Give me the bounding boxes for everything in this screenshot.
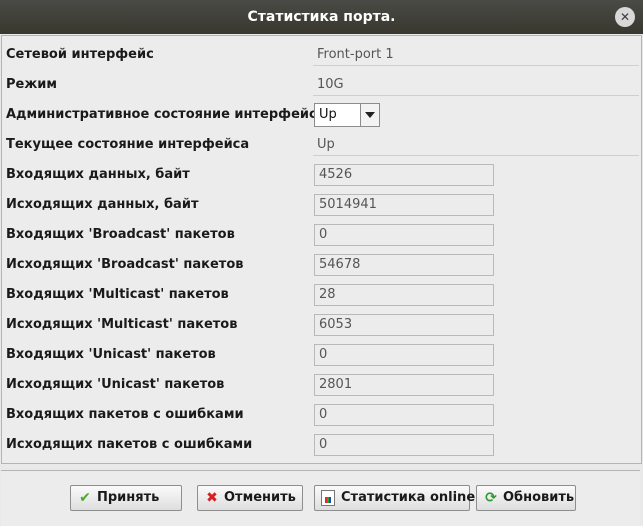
window-title: Статистика порта. <box>247 9 396 25</box>
check-icon: ✔ <box>79 490 91 506</box>
current-state-value: Up <box>313 134 639 156</box>
rx-errors-field: 0 <box>314 404 494 426</box>
dropdown-button[interactable] <box>360 104 379 126</box>
row-rx-unicast: Входящих 'Unicast' пакетов 0 <box>2 340 641 370</box>
accept-button[interactable]: ✔ Принять <box>70 485 182 511</box>
tx-unicast-label: Исходящих 'Unicast' пакетов <box>6 377 225 392</box>
tx-multicast-label: Исходящих 'Multicast' пакетов <box>6 317 238 332</box>
report-icon <box>321 490 335 506</box>
rx-errors-label: Входящих пакетов с ошибками <box>6 407 244 422</box>
row-tx-multicast: Исходящих 'Multicast' пакетов 6053 <box>2 310 641 340</box>
row-admin-state: Административное состояние интерфейса Up <box>2 100 641 130</box>
row-tx-broadcast: Исходящих 'Broadcast' пакетов 54678 <box>2 250 641 280</box>
rx-broadcast-label: Входящих 'Broadcast' пакетов <box>6 227 235 242</box>
rx-multicast-label: Входящих 'Multicast' пакетов <box>6 287 229 302</box>
rx-multicast-field: 28 <box>314 284 494 306</box>
admin-state-selected: Up <box>319 107 337 122</box>
close-icon[interactable]: ✕ <box>615 7 635 27</box>
refresh-button[interactable]: ⟳ Обновить <box>476 485 576 511</box>
tx-unicast-field: 2801 <box>314 374 494 396</box>
rx-broadcast-field: 0 <box>314 224 494 246</box>
accept-label: Принять <box>97 490 160 505</box>
row-rx-multicast: Входящих 'Multicast' пакетов 28 <box>2 280 641 310</box>
online-stats-button[interactable]: Статистика online <box>314 485 475 511</box>
cancel-button[interactable]: ✖ Отменить <box>197 485 303 511</box>
row-rx-errors: Входящих пакетов с ошибками 0 <box>2 400 641 430</box>
row-tx-unicast: Исходящих 'Unicast' пакетов 2801 <box>2 370 641 400</box>
x-icon: ✖ <box>206 490 218 506</box>
row-tx-bytes: Исходящих данных, байт 5014941 <box>2 190 641 220</box>
row-rx-bytes: Входящих данных, байт 4526 <box>2 160 641 190</box>
interface-label: Сетевой интерфейс <box>6 47 154 62</box>
current-state-label: Текущее состояние интерфейса <box>6 137 250 152</box>
tx-broadcast-field: 54678 <box>314 254 494 276</box>
row-current-state: Текущее состояние интерфейса Up <box>2 130 641 160</box>
row-rx-broadcast: Входящих 'Broadcast' пакетов 0 <box>2 220 641 250</box>
rx-bytes-label: Входящих данных, байт <box>6 167 190 182</box>
rx-unicast-field: 0 <box>314 344 494 366</box>
stats-panel: Сетевой интерфейс Front-port 1 Режим 10G… <box>1 35 642 464</box>
tx-errors-field: 0 <box>314 434 494 456</box>
refresh-label: Обновить <box>503 490 575 505</box>
row-interface: Сетевой интерфейс Front-port 1 <box>2 40 641 70</box>
refresh-icon: ⟳ <box>485 490 497 506</box>
row-mode: Режим 10G <box>2 70 641 100</box>
button-bar: ✔ Принять ✖ Отменить Статистика online ⟳… <box>1 470 640 526</box>
tx-bytes-field: 5014941 <box>314 194 494 216</box>
mode-label: Режим <box>6 77 58 92</box>
cancel-label: Отменить <box>224 490 296 505</box>
chevron-down-icon <box>365 112 375 118</box>
mode-value: 10G <box>313 74 639 96</box>
tx-broadcast-label: Исходящих 'Broadcast' пакетов <box>6 257 244 272</box>
interface-value: Front-port 1 <box>313 44 639 66</box>
tx-bytes-label: Исходящих данных, байт <box>6 197 199 212</box>
title-bar: Статистика порта. ✕ <box>0 0 643 34</box>
online-stats-label: Статистика online <box>341 490 476 505</box>
tx-multicast-field: 6053 <box>314 314 494 336</box>
tx-errors-label: Исходящих пакетов с ошибками <box>6 437 253 452</box>
rx-unicast-label: Входящих 'Unicast' пакетов <box>6 347 216 362</box>
row-tx-errors: Исходящих пакетов с ошибками 0 <box>2 430 641 460</box>
admin-state-label: Административное состояние интерфейса <box>6 107 326 122</box>
rx-bytes-field: 4526 <box>314 164 494 186</box>
admin-state-select[interactable]: Up <box>314 103 380 127</box>
